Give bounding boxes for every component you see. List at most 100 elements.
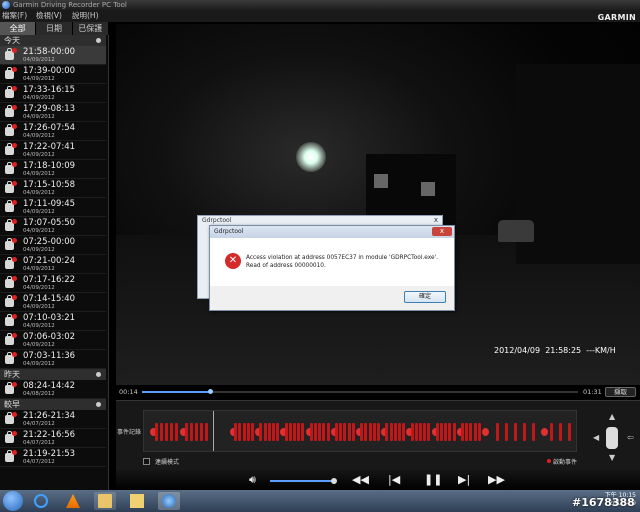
event-marker[interactable]	[440, 423, 443, 441]
event-marker[interactable]	[297, 423, 301, 441]
rewind-icon[interactable]: ◀◀	[352, 472, 369, 488]
event-marker[interactable]	[185, 423, 188, 441]
collapse-icon[interactable]	[96, 372, 101, 377]
event-marker[interactable]	[505, 423, 508, 441]
event-marker[interactable]	[242, 423, 246, 441]
event-marker[interactable]	[205, 423, 208, 441]
event-marker[interactable]	[419, 423, 422, 441]
event-marker[interactable]	[318, 423, 322, 441]
prev-frame-icon[interactable]: |◀	[388, 472, 400, 488]
event-marker[interactable]	[559, 423, 562, 441]
event-marker[interactable]	[335, 423, 338, 441]
recording-item[interactable]: 07:14-15:40 04/09/2012	[0, 293, 106, 312]
event-marker[interactable]	[293, 423, 296, 441]
event-marker[interactable]	[339, 423, 343, 441]
event-marker[interactable]	[170, 423, 173, 441]
event-marker[interactable]	[423, 423, 427, 441]
event-marker[interactable]	[288, 423, 292, 441]
event-marker[interactable]	[377, 423, 380, 441]
continuous-mode-checkbox[interactable]	[143, 458, 150, 465]
event-track[interactable]	[143, 410, 577, 452]
event-marker[interactable]	[469, 423, 473, 441]
event-marker[interactable]	[389, 423, 393, 441]
next-frame-icon[interactable]: ▶|	[458, 472, 470, 488]
recording-item[interactable]: 17:11-09:45 04/09/2012	[0, 198, 106, 217]
event-marker[interactable]	[473, 423, 477, 441]
video-player[interactable]: 2012/04/09 21:58:25 ---KM/H	[116, 24, 640, 385]
vlc-icon[interactable]	[62, 492, 84, 510]
recording-item[interactable]: 17:18-10:09 04/09/2012	[0, 160, 106, 179]
ok-button[interactable]: 確定	[404, 291, 446, 303]
background-close-icon[interactable]: x	[434, 216, 438, 224]
event-marker[interactable]	[532, 423, 535, 441]
event-marker[interactable]	[200, 423, 203, 441]
event-marker[interactable]	[259, 423, 263, 441]
recording-item[interactable]: 07:10-03:21 04/09/2012	[0, 312, 106, 331]
recording-item[interactable]: 17:33-16:15 04/09/2012	[0, 84, 106, 103]
event-marker[interactable]	[322, 423, 326, 441]
recording-item[interactable]: 17:07-05:50 04/09/2012	[0, 217, 106, 236]
group-header[interactable]: 今天	[0, 35, 106, 46]
recording-item[interactable]: 21:22-16:56 04/07/2012	[0, 429, 106, 448]
event-marker[interactable]	[393, 423, 397, 441]
event-marker[interactable]	[155, 423, 158, 441]
event-marker[interactable]	[398, 423, 401, 441]
event-marker[interactable]	[402, 423, 406, 441]
event-marker[interactable]	[448, 423, 452, 441]
volume-slider[interactable]	[270, 480, 335, 482]
event-marker[interactable]	[175, 423, 178, 441]
folder-icon[interactable]	[94, 492, 116, 510]
event-marker[interactable]	[234, 423, 238, 441]
close-icon[interactable]: x	[432, 227, 452, 236]
seek-handle[interactable]	[207, 389, 213, 394]
timeline-cursor[interactable]	[213, 411, 215, 451]
event-marker[interactable]	[165, 423, 168, 441]
event-marker[interactable]	[568, 423, 571, 441]
event-marker[interactable]	[550, 423, 553, 441]
seek-track[interactable]	[142, 389, 578, 394]
fast-forward-icon[interactable]: ▶▶	[488, 472, 505, 488]
event-marker[interactable]	[452, 423, 456, 441]
recording-item[interactable]: 17:29-08:13 04/09/2012	[0, 103, 106, 122]
event-marker[interactable]	[314, 423, 317, 441]
event-marker[interactable]	[410, 423, 414, 441]
event-marker[interactable]	[267, 423, 271, 441]
event-marker[interactable]	[326, 423, 330, 441]
recording-item[interactable]: 07:17-16:22 04/09/2012	[0, 274, 106, 293]
event-marker[interactable]	[364, 423, 368, 441]
event-marker[interactable]	[461, 423, 464, 441]
internet-explorer-icon[interactable]	[30, 492, 52, 510]
volume-handle[interactable]	[331, 478, 337, 484]
garmin-tool-icon[interactable]	[158, 492, 180, 510]
event-marker[interactable]	[477, 423, 481, 441]
event-marker[interactable]	[465, 423, 469, 441]
event-marker[interactable]	[414, 423, 418, 441]
event-marker[interactable]	[427, 423, 431, 441]
event-marker[interactable]	[190, 423, 193, 441]
menu-view[interactable]: 檢視(V)	[36, 10, 62, 22]
recording-item[interactable]: 17:39-00:00 04/09/2012	[0, 65, 106, 84]
event-marker[interactable]	[496, 423, 499, 441]
event-marker[interactable]	[360, 423, 364, 441]
recording-item[interactable]: 17:22-07:41 04/09/2012	[0, 141, 106, 160]
snapshot-button[interactable]: 擷取	[605, 387, 636, 397]
group-header[interactable]: 較早	[0, 399, 106, 410]
recording-item[interactable]: 17:15-10:58 04/09/2012	[0, 179, 106, 198]
event-marker[interactable]	[251, 423, 254, 441]
event-marker[interactable]	[272, 423, 275, 441]
event-marker[interactable]	[343, 423, 347, 441]
event-marker[interactable]	[309, 423, 313, 441]
recording-item[interactable]: 07:06-03:02 04/09/2012	[0, 331, 106, 350]
recording-item[interactable]: 21:26-21:34 04/07/2012	[0, 410, 106, 429]
tab-all[interactable]: 全部	[0, 22, 37, 35]
event-marker[interactable]	[514, 423, 517, 441]
event-marker[interactable]	[368, 423, 372, 441]
event-marker[interactable]	[444, 423, 448, 441]
collapse-icon[interactable]	[96, 402, 101, 407]
event-marker[interactable]	[482, 428, 489, 436]
menu-file[interactable]: 檔案(F)	[2, 10, 27, 22]
event-marker[interactable]	[372, 423, 376, 441]
event-marker[interactable]	[160, 423, 163, 441]
recording-item[interactable]: 07:25-00:00 04/09/2012	[0, 236, 106, 255]
start-orb-icon[interactable]	[3, 491, 23, 511]
